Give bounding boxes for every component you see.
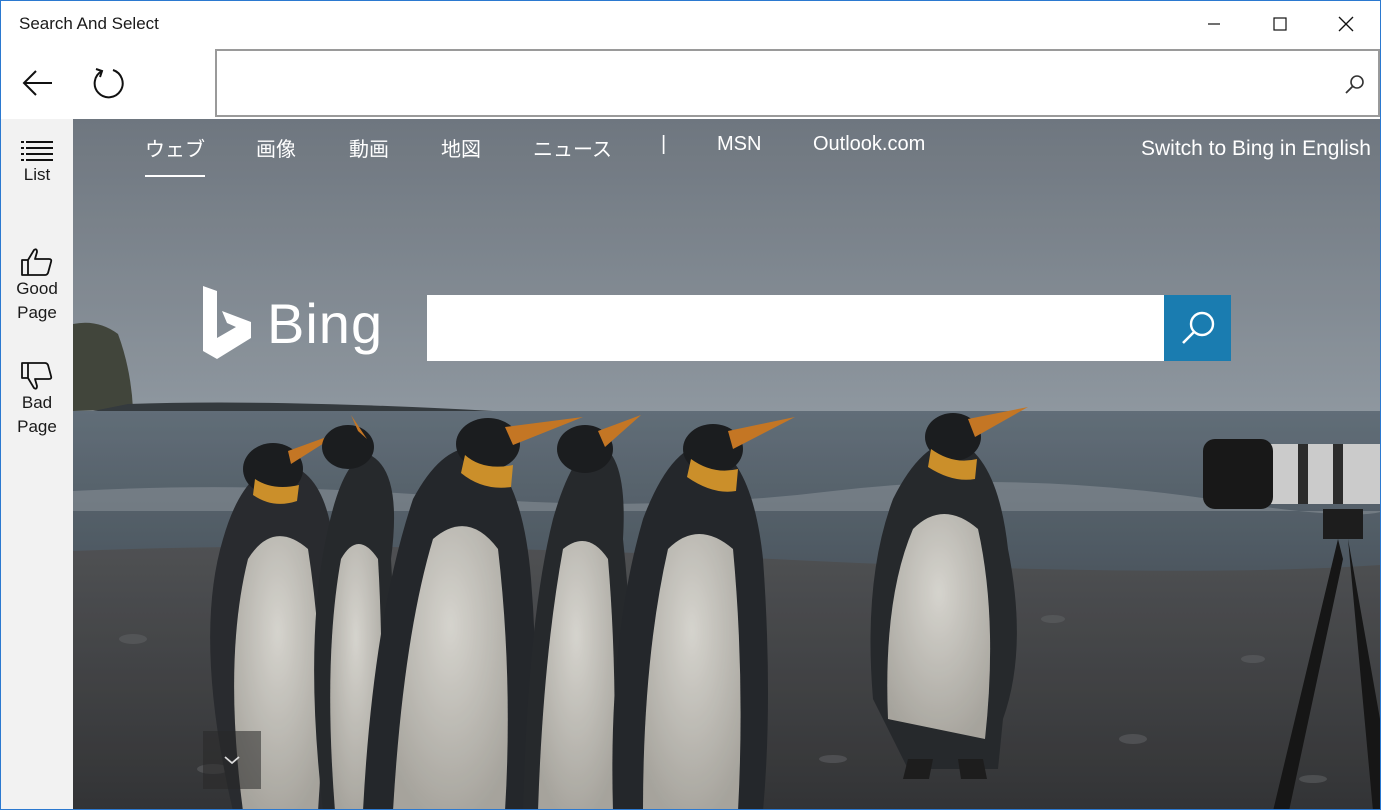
good-page-label: Good Page <box>16 279 58 322</box>
bing-nav-web[interactable]: ウェブ <box>145 133 205 177</box>
search-icon[interactable] <box>1344 73 1366 95</box>
sidebar-item-label: Bad Page <box>1 391 73 439</box>
window-title: Search And Select <box>19 14 159 33</box>
refresh-icon <box>93 68 124 99</box>
scroll-down-button[interactable] <box>203 731 261 789</box>
bing-nav-images[interactable]: 画像 <box>256 133 296 163</box>
bing-nav-videos[interactable]: 動画 <box>349 133 389 163</box>
bing-nav-maps[interactable]: 地図 <box>441 133 481 163</box>
bing-logo-icon <box>203 286 251 359</box>
arrow-left-icon <box>22 70 52 96</box>
bing-nav-outlook[interactable]: Outlook.com <box>813 133 925 163</box>
chevron-down-icon <box>224 756 240 765</box>
address-input[interactable] <box>227 63 1337 103</box>
background-photo <box>73 119 1380 809</box>
bad-page-label: Bad Page <box>17 393 57 436</box>
bing-logo[interactable]: Bing <box>201 285 383 361</box>
sidebar-item-label: List <box>23 165 51 184</box>
back-button[interactable] <box>13 61 63 105</box>
bing-search-button[interactable] <box>1164 295 1231 361</box>
list-icon <box>21 141 53 161</box>
toolbar <box>1 47 1380 119</box>
bing-logo-text: Bing <box>267 291 384 355</box>
sidebar-item-list[interactable]: List <box>1 139 73 187</box>
search-icon <box>1181 311 1214 344</box>
sidebar-item-label: Good Page <box>1 277 73 325</box>
address-bar[interactable] <box>215 49 1380 117</box>
close-button[interactable] <box>1313 1 1379 47</box>
maximize-button[interactable] <box>1247 1 1313 47</box>
minimize-icon <box>1208 23 1220 25</box>
sidebar: List Good Page Bad Page <box>1 119 73 809</box>
bing-search-input[interactable] <box>427 295 1165 361</box>
sidebar-item-good-page[interactable]: Good Page <box>1 247 73 325</box>
app-window: Search And Select List Good Page Bad Pag… <box>0 0 1381 810</box>
title-bar: Search And Select <box>1 1 1380 47</box>
refresh-button[interactable] <box>83 61 133 105</box>
switch-language-link[interactable]: Switch to Bing in English <box>1141 137 1371 161</box>
bing-nav-separator: | <box>661 133 667 155</box>
maximize-icon <box>1273 17 1287 31</box>
thumbs-down-icon <box>21 362 53 390</box>
sidebar-item-bad-page[interactable]: Bad Page <box>1 361 73 439</box>
bing-nav-news[interactable]: ニュース <box>533 133 612 163</box>
minimize-button[interactable] <box>1181 1 1247 47</box>
web-view[interactable]: ウェブ 画像 動画 地図 ニュース | MSN Outlook.com Swit… <box>73 119 1380 809</box>
thumbs-up-icon <box>21 248 53 276</box>
bing-nav-msn[interactable]: MSN <box>717 133 761 163</box>
close-icon <box>1338 16 1354 32</box>
